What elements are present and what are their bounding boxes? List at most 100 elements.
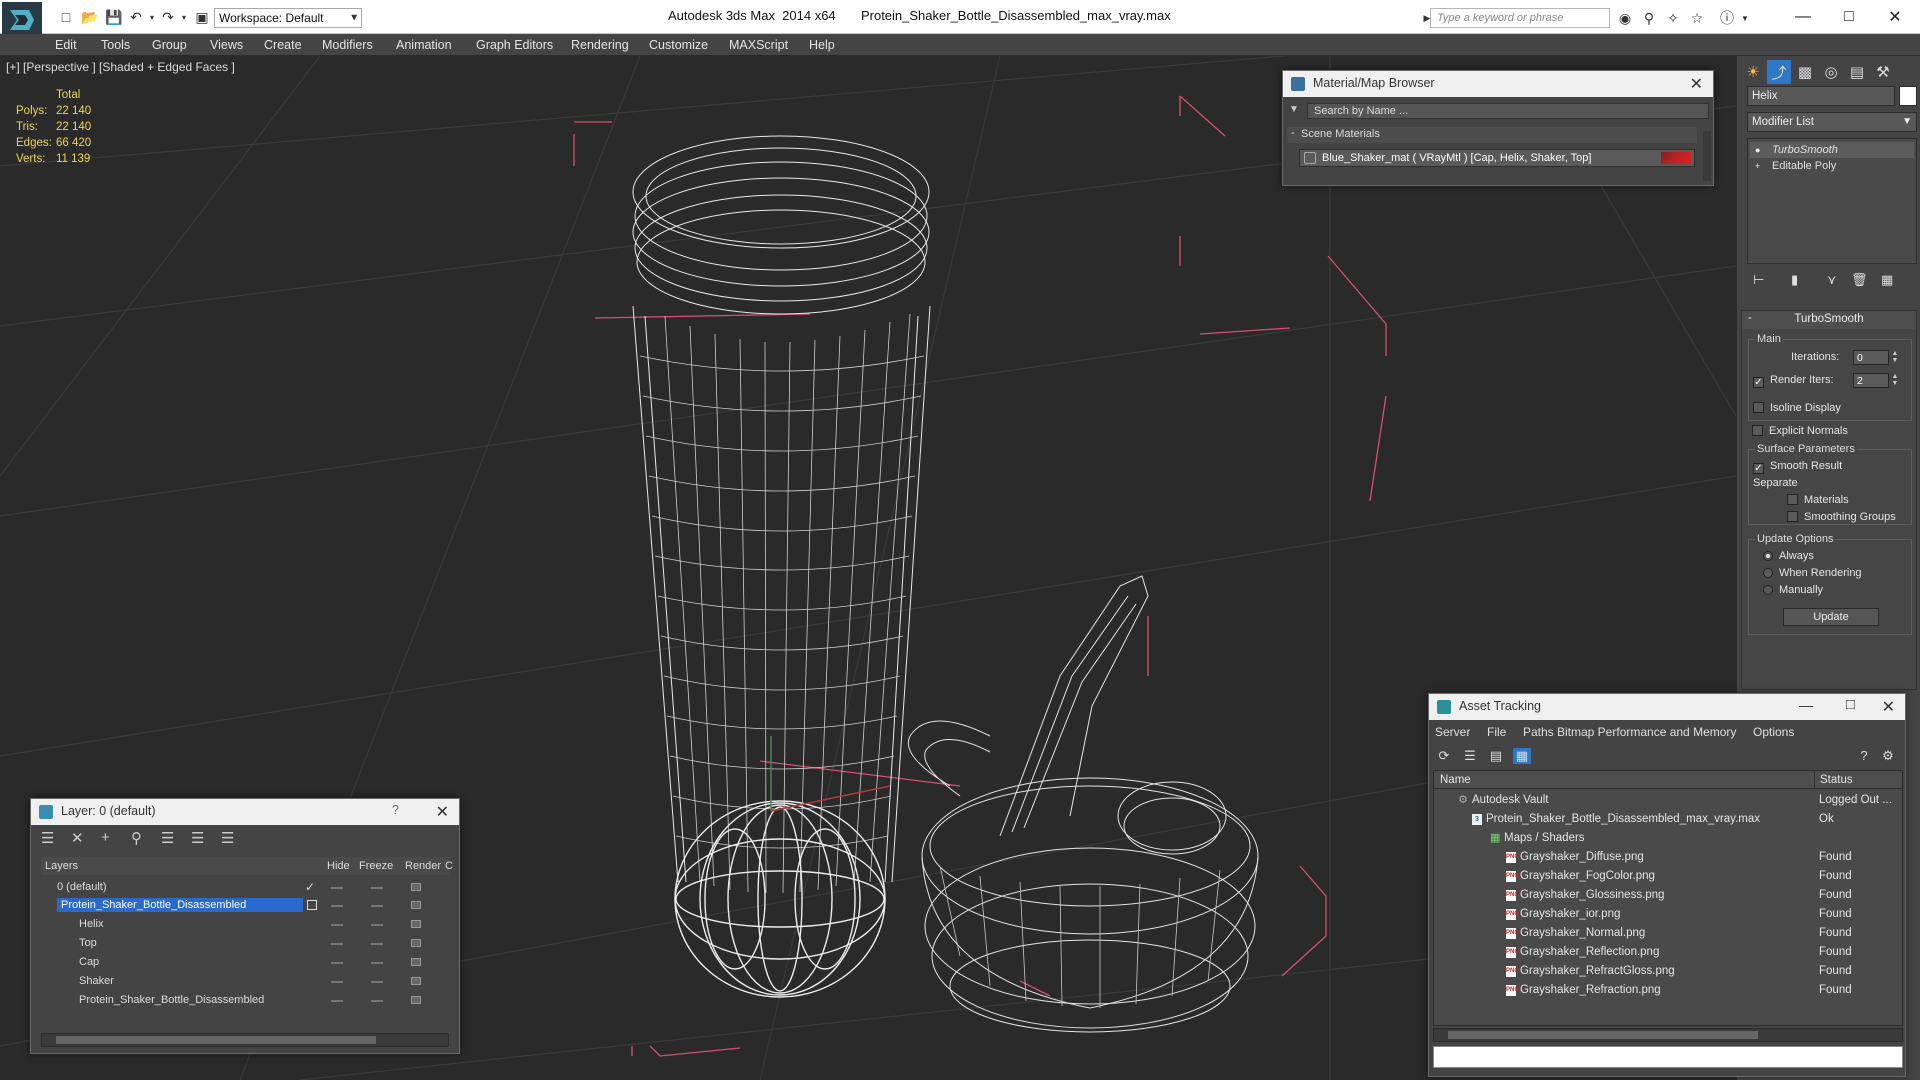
layer-row[interactable]: Cap xyxy=(41,954,449,972)
asset-path-field[interactable] xyxy=(1433,1046,1903,1068)
rollout-header[interactable]: - TurboSmooth xyxy=(1742,311,1916,329)
freeze-all-icon[interactable]: ☰ xyxy=(221,829,234,847)
new-file-icon[interactable]: □ xyxy=(56,8,76,26)
asset-tracking-titlebar[interactable]: Asset Tracking — □ ✕ xyxy=(1429,694,1905,720)
hide-all-icon[interactable]: ☰ xyxy=(191,829,204,847)
menu-views[interactable]: Views xyxy=(210,38,243,52)
help-icon[interactable]: ⓘ xyxy=(1718,9,1736,27)
motion-tab-icon[interactable]: ◎ xyxy=(1819,60,1843,84)
column-hide[interactable]: Hide xyxy=(327,860,350,872)
menu-options[interactable]: Options xyxy=(1753,725,1794,739)
workspace-dropdown[interactable]: Workspace: Default ▼ xyxy=(214,8,362,28)
menu-paths[interactable]: Paths xyxy=(1523,725,1554,739)
asset-row[interactable]: PNG Grayshaker_Glossiness.png Found xyxy=(1434,886,1904,905)
create-layer-icon[interactable]: ☰ xyxy=(41,829,54,847)
menu-rendering[interactable]: Rendering xyxy=(571,38,629,52)
highlight-layer-icon[interactable]: ☰ xyxy=(161,829,174,847)
maximize-icon[interactable]: □ xyxy=(1846,696,1855,713)
when-rendering-radio[interactable]: When Rendering xyxy=(1763,567,1862,579)
remove-modifier-icon[interactable]: 🗑 xyxy=(1851,272,1868,288)
redo-dropdown-icon[interactable]: ▾ xyxy=(174,8,194,26)
menu-file[interactable]: File xyxy=(1487,725,1506,739)
menu-maxscript[interactable]: MAXScript xyxy=(729,38,788,52)
column-name[interactable]: Name xyxy=(1440,774,1471,786)
object-color-swatch[interactable] xyxy=(1899,86,1917,106)
maximize-icon[interactable]: □ xyxy=(1826,2,1872,32)
modifier-list-dropdown[interactable]: Modifier List ▼ xyxy=(1747,112,1917,132)
close-icon[interactable]: ✕ xyxy=(1690,74,1703,94)
stack-item-turbosmooth[interactable]: ● TurboSmooth xyxy=(1750,142,1914,158)
column-color[interactable]: C xyxy=(445,860,453,872)
set-current-icon[interactable] xyxy=(307,900,317,910)
asset-row[interactable]: PNG Grayshaker_Normal.png Found xyxy=(1434,924,1904,943)
object-name-field[interactable]: Helix xyxy=(1747,86,1895,106)
always-radio[interactable]: Always xyxy=(1763,550,1814,562)
asset-row[interactable]: PNG Grayshaker_ior.png Found xyxy=(1434,905,1904,924)
minimize-icon[interactable]: — xyxy=(1799,697,1813,713)
project-folder-icon[interactable]: ▣ xyxy=(192,8,212,26)
material-row[interactable]: Blue_Shaker_mat ( VRayMtl ) [Cap, Helix,… xyxy=(1299,149,1695,167)
explicit-normals-checkbox[interactable]: Explicit Normals xyxy=(1752,425,1848,437)
menu-tools[interactable]: Tools xyxy=(101,38,130,52)
favorites-star-icon[interactable]: ☆ xyxy=(1688,9,1706,27)
horizontal-scrollbar[interactable] xyxy=(1433,1028,1903,1042)
show-end-result-icon[interactable]: ▮ xyxy=(1791,272,1798,288)
menu-group[interactable]: Group xyxy=(152,38,187,52)
menu-bitmap-performance[interactable]: Bitmap Performance and Memory xyxy=(1557,725,1736,739)
list-view-icon[interactable]: ☰ xyxy=(1461,748,1479,764)
hierarchy-tab-icon[interactable]: ▩ xyxy=(1793,60,1817,84)
render-iters-spinner[interactable]: 2 xyxy=(1853,373,1889,388)
help-icon[interactable]: ? xyxy=(1855,748,1873,764)
layer-row[interactable]: 0 (default) ✓ xyxy=(41,879,449,897)
asset-row[interactable]: ⚙ Autodesk Vault Logged Out ... xyxy=(1434,791,1904,810)
settings-icon[interactable]: ⚙ xyxy=(1879,748,1897,764)
menu-animation[interactable]: Animation xyxy=(396,38,452,52)
scrollbar-thumb[interactable] xyxy=(56,1036,376,1044)
select-objects-icon[interactable]: ⚲ xyxy=(131,829,142,847)
configure-sets-icon[interactable]: ▦ xyxy=(1881,272,1893,288)
modify-tab-icon[interactable]: ⤴ xyxy=(1767,60,1791,84)
asset-row[interactable]: PNG Grayshaker_Refraction.png Found xyxy=(1434,981,1904,1000)
materials-checkbox[interactable]: Materials xyxy=(1787,494,1849,506)
communication-center-icon[interactable]: ✧ xyxy=(1664,9,1682,27)
material-search-input[interactable]: Search by Name ... xyxy=(1307,103,1709,119)
close-icon[interactable]: ✕ xyxy=(436,802,449,822)
scene-materials-section[interactable]: - Scene Materials xyxy=(1287,127,1697,143)
help-icon[interactable]: ? xyxy=(392,803,399,817)
lightbulb-icon[interactable]: ● xyxy=(1755,145,1765,155)
utilities-tab-icon[interactable]: ⚒ xyxy=(1871,60,1895,84)
layer-window-titlebar[interactable]: Layer: 0 (default) ? ✕ xyxy=(31,799,459,825)
viewport-label[interactable]: [+] [Perspective ] [Shaded + Edged Faces… xyxy=(6,60,235,74)
asset-row[interactable]: PNG Grayshaker_FogColor.png Found xyxy=(1434,867,1904,886)
subscription-icon[interactable]: ⚲ xyxy=(1640,9,1658,27)
material-browser-titlebar[interactable]: Material/Map Browser ✕ xyxy=(1283,71,1713,97)
iterations-spinner[interactable]: 0 xyxy=(1853,350,1889,365)
app-menu-button[interactable] xyxy=(2,2,42,38)
close-icon[interactable]: ✕ xyxy=(1882,697,1895,717)
asset-row[interactable]: PNG Grayshaker_Reflection.png Found xyxy=(1434,943,1904,962)
column-render[interactable]: Render xyxy=(405,860,441,872)
manually-radio[interactable]: Manually xyxy=(1763,584,1823,596)
menu-edit[interactable]: Edit xyxy=(55,38,77,52)
refresh-icon[interactable]: ⟳ xyxy=(1435,748,1453,764)
layer-row[interactable]: Protein_Shaker_Bottle_Disassembled xyxy=(41,897,449,915)
layer-row[interactable]: Shaker xyxy=(41,973,449,991)
column-freeze[interactable]: Freeze xyxy=(359,860,393,872)
vertical-scrollbar[interactable] xyxy=(1703,131,1711,181)
customize-toolbar-icon[interactable]: ▼ xyxy=(344,8,364,26)
layer-row[interactable]: Protein_Shaker_Bottle_Disassembled xyxy=(41,992,449,1010)
scrollbar-thumb[interactable] xyxy=(1448,1031,1758,1039)
menu-modifiers[interactable]: Modifiers xyxy=(322,38,373,52)
detail-view-icon[interactable]: ▤ xyxy=(1487,748,1505,764)
binoculars-icon[interactable]: ◉ xyxy=(1616,9,1634,27)
spinner-arrows-icon[interactable]: ▲ ▼ xyxy=(1891,373,1899,388)
display-tab-icon[interactable]: ▤ xyxy=(1845,60,1869,84)
delete-layer-icon[interactable]: ✕ xyxy=(71,829,84,847)
layer-row[interactable]: Top xyxy=(41,935,449,953)
close-icon[interactable]: ✕ xyxy=(1872,2,1918,32)
minimize-icon[interactable]: — xyxy=(1780,2,1826,32)
asset-row[interactable]: PNG Grayshaker_RefractGloss.png Found xyxy=(1434,962,1904,981)
open-file-icon[interactable]: 📂 xyxy=(80,8,100,26)
help-search-input[interactable]: Type a keyword or phrase xyxy=(1430,8,1610,28)
isoline-display-checkbox[interactable]: Isoline Display xyxy=(1753,402,1841,414)
